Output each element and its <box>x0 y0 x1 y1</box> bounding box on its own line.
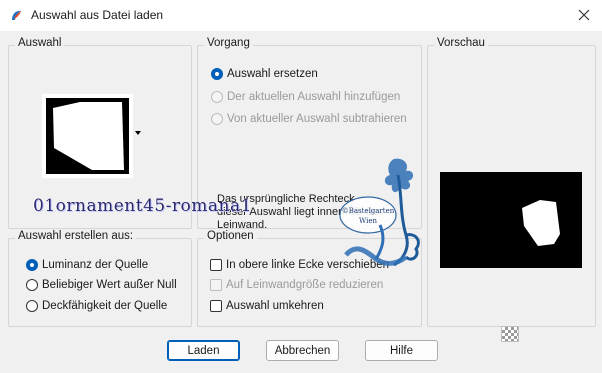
stamp-line1: ©Bastelgarten <box>342 207 395 215</box>
radio-label: Deckfähigkeit der Quelle <box>42 300 168 312</box>
radio-label: Von aktueller Auswahl subtrahieren <box>227 113 407 125</box>
watermark-text: 01ornament45-romana1 <box>33 196 252 216</box>
close-button[interactable] <box>570 4 598 26</box>
group-title-vorgang: Vorgang <box>204 37 253 49</box>
radio-button[interactable] <box>26 279 38 291</box>
radio-subtrahieren: Von aktueller Auswahl subtrahieren <box>211 113 407 125</box>
selection-thumbnail[interactable] <box>42 94 133 178</box>
radio-label: Der aktuellen Auswahl hinzufügen <box>227 91 401 103</box>
checkbox-disabled <box>210 279 222 291</box>
radio-button[interactable] <box>26 300 38 312</box>
checkbox-label: Auswahl umkehren <box>226 300 324 312</box>
group-title-auswahl: Auswahl <box>15 37 65 49</box>
cancel-button[interactable]: Abbrechen <box>266 340 339 361</box>
help-button[interactable]: Hilfe <box>365 340 438 361</box>
radio-button-disabled <box>211 91 223 103</box>
thumbnail-dropdown-arrow[interactable] <box>135 131 141 135</box>
selection-shape <box>53 102 124 170</box>
group-title-erstellen: Auswahl erstellen aus: <box>15 230 137 242</box>
checkbox-leinwandgroesse: Auf Leinwandgröße reduzieren <box>210 279 383 291</box>
load-button[interactable]: Laden <box>167 340 240 361</box>
checkbox[interactable] <box>210 259 222 271</box>
group-title-vorschau: Vorschau <box>434 37 488 49</box>
radio-label: Beliebiger Wert außer Null <box>42 279 177 291</box>
paintshop-icon <box>12 10 21 20</box>
title-bar: Auswahl aus Datei laden <box>0 0 602 31</box>
radio-auswahl-ersetzen[interactable]: Auswahl ersetzen <box>211 68 318 80</box>
radio-label: Luminanz der Quelle <box>42 259 149 271</box>
radio-button-selected[interactable] <box>26 259 38 271</box>
radio-beliebiger-wert[interactable]: Beliebiger Wert außer Null <box>26 279 177 291</box>
checkbox-label: Auf Leinwandgröße reduzieren <box>226 279 384 291</box>
transparency-toggle-icon[interactable] <box>501 326 519 342</box>
checkbox[interactable] <box>210 300 222 312</box>
radio-hinzufuegen: Der aktuellen Auswahl hinzufügen <box>211 91 400 103</box>
group-title-optionen: Optionen <box>204 230 257 242</box>
radio-luminanz[interactable]: Luminanz der Quelle <box>26 259 148 271</box>
preview-canvas <box>440 172 582 268</box>
radio-deckfaehigkeit[interactable]: Deckfähigkeit der Quelle <box>26 300 167 312</box>
stamp-line2: Wien <box>359 217 377 225</box>
radio-button-disabled <box>211 113 223 125</box>
close-icon <box>578 9 590 21</box>
thumbnail-canvas <box>46 98 129 174</box>
checkbox-auswahl-umkehren[interactable]: Auswahl umkehren <box>210 300 324 312</box>
preview-shape <box>522 200 560 246</box>
radio-label: Auswahl ersetzen <box>227 68 318 80</box>
watermark-stamp: ©Bastelgarten Wien <box>339 158 420 267</box>
radio-button-selected[interactable] <box>211 68 223 80</box>
window-title: Auswahl aus Datei laden <box>31 8 164 22</box>
